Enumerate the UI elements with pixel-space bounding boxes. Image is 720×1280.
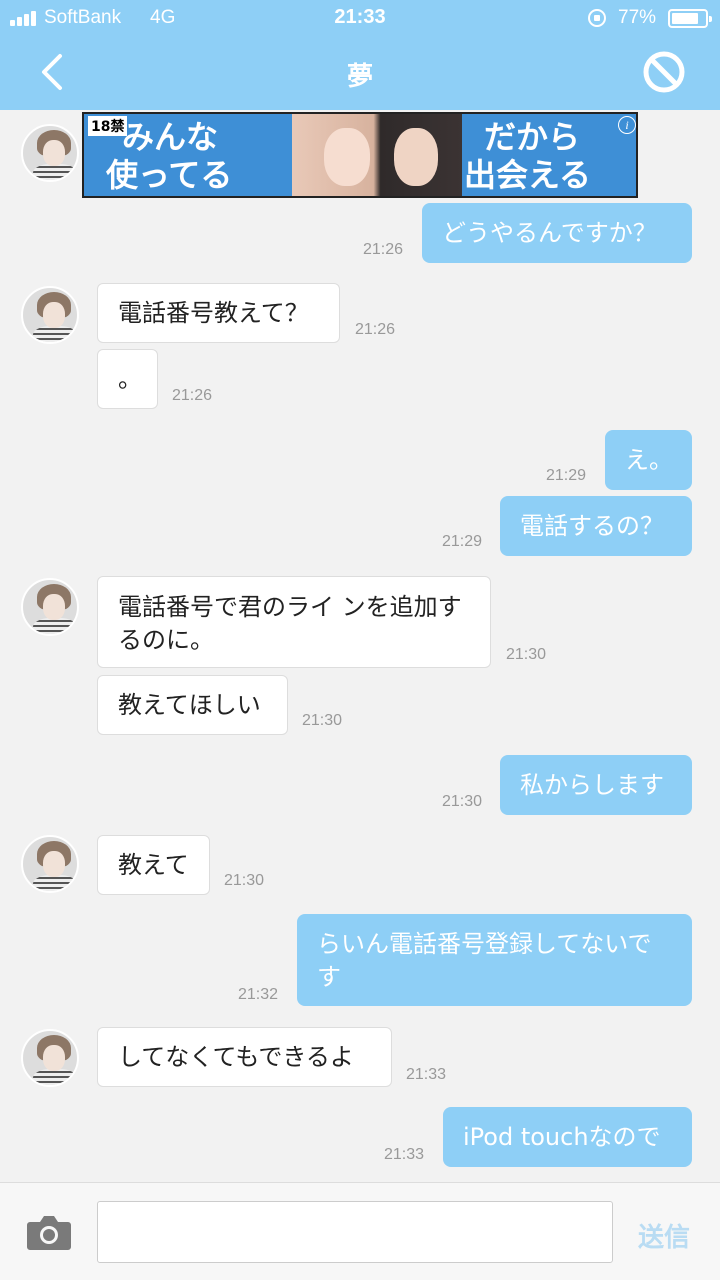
battery-percentage: 77% [618, 7, 657, 28]
message-bubble-incoming: してなくてもできるよ [97, 1027, 392, 1087]
block-icon[interactable] [642, 50, 686, 94]
avatar[interactable] [21, 835, 79, 893]
camera-icon[interactable] [26, 1213, 72, 1251]
message-time: 21:30 [224, 872, 265, 889]
ad-banner[interactable]: 18禁 みんな 使ってる だから 出会える i [82, 112, 638, 198]
status-bar: SoftBank 4G 21:33 77% [0, 0, 720, 36]
ad-text-left-1: みんな [122, 118, 219, 156]
ad-text-left-2: 使ってる [106, 156, 233, 194]
message-time: 21:26 [172, 387, 213, 404]
page-title: 夢 [346, 62, 373, 92]
message-time: 21:30 [442, 793, 483, 810]
ad-text-right-2: 出会える [464, 156, 592, 194]
message-bubble-incoming: 電話番号教えて？ [97, 283, 340, 343]
ad-text-right-1: だから [484, 118, 581, 156]
message-bubble-incoming: 。 [97, 349, 158, 409]
message-time: 21:30 [302, 712, 343, 729]
send-button[interactable]: 送信 [638, 1217, 690, 1254]
avatar[interactable] [21, 286, 79, 344]
message-time: 21:33 [384, 1146, 425, 1163]
rotation-lock-icon [588, 9, 606, 27]
message-bubble-incoming: 電話番号で君のライ ンを追加するのに。 [97, 576, 491, 668]
message-input[interactable] [97, 1201, 613, 1263]
message-time: 21:29 [442, 533, 483, 550]
ad-info-icon[interactable]: i [618, 116, 636, 134]
message-bubble-outgoing: らいん電話番号登録してないです [297, 914, 692, 1006]
message-bubble-incoming: 教えて [97, 835, 210, 895]
message-bubble-outgoing: え。 [605, 430, 692, 490]
message-bubble-outgoing: 電話するの？ [500, 496, 692, 556]
avatar[interactable] [21, 578, 79, 636]
avatar[interactable] [21, 1029, 79, 1087]
avatar[interactable] [21, 124, 79, 182]
navigation-bar: 夢 [0, 36, 720, 110]
ad-photo [292, 114, 462, 196]
message-time: 21:29 [546, 467, 587, 484]
message-time: 21:32 [238, 986, 279, 1003]
message-bubble-outgoing: iPod touchなので [443, 1107, 692, 1167]
battery-level [672, 13, 698, 24]
message-bubble-incoming: 教えてほしい [97, 675, 288, 735]
message-time: 21:33 [406, 1066, 447, 1083]
message-bubble-outgoing: 私からします [500, 755, 692, 815]
message-bubble-outgoing: どうやるんですか？ [422, 203, 692, 263]
clock: 21:33 [334, 6, 386, 28]
message-time: 21:26 [363, 241, 404, 258]
message-time: 21:30 [506, 646, 547, 663]
composer-bar: 送信 [0, 1182, 720, 1280]
battery-icon [668, 9, 712, 28]
message-time: 21:26 [355, 321, 396, 338]
